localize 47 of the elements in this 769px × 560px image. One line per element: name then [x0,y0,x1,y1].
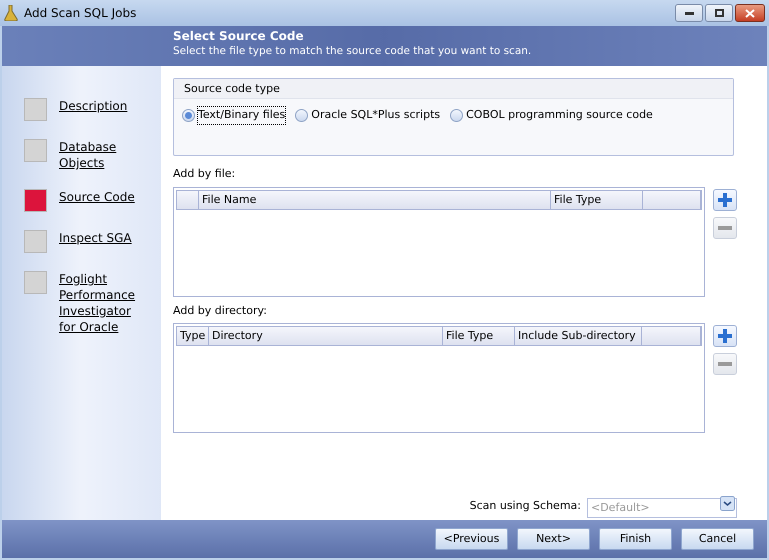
column-header[interactable]: Type [177,327,209,345]
wizard-button[interactable]: <Previous [435,528,508,550]
column-header[interactable] [643,190,701,208]
column-header[interactable]: File Name [199,190,551,208]
flask-icon [4,5,18,21]
step-link[interactable]: Source Code [59,189,139,212]
add-button[interactable] [713,325,737,347]
step-link[interactable]: Inspect SGA [59,230,139,253]
plus-icon [718,192,732,206]
column-header[interactable]: File Type [551,190,643,208]
chevron-down-icon[interactable] [720,496,735,511]
column-header[interactable]: File Type [443,327,515,345]
schema-dropdown[interactable]: <Default> [587,498,737,518]
section-label: Add by directory: [173,302,268,318]
page-title: Select Source Code [173,29,305,44]
wizard-button[interactable]: Finish [599,528,672,550]
radio-button[interactable] [182,108,195,122]
plus-icon [718,329,732,343]
minus-icon [718,226,732,230]
window-title: Add Scan SQL Jobs [24,5,136,22]
remove-button[interactable] [713,216,737,238]
close-icon [745,8,755,18]
minimize-button[interactable] [675,4,703,22]
maximize-button[interactable] [705,4,733,22]
column-header[interactable]: Directory [209,327,443,345]
radio-option[interactable]: Oracle SQL*Plus scripts [295,107,440,124]
column-header[interactable]: Include Sub-directory [515,327,642,345]
minus-icon [718,362,732,366]
wizard-button[interactable]: Cancel [681,528,754,550]
section-label: Add by file: [173,166,236,182]
radio-option[interactable]: Text/Binary files [182,107,286,124]
group-title: Source code type [174,79,733,99]
step-link[interactable]: Description [59,98,139,121]
radio-option[interactable]: COBOL programming source code [450,107,653,124]
radio-button[interactable] [295,108,308,122]
wizard-button[interactable]: Next> [517,528,590,550]
step-link[interactable]: Database Objects [59,139,139,171]
maximize-icon [714,9,724,17]
add-button[interactable] [713,188,737,210]
minimize-icon [684,12,694,14]
step-link[interactable]: Foglight Performance Investigator for Oracle [59,271,139,335]
remove-button[interactable] [713,353,737,375]
column-header[interactable] [177,190,199,208]
radio-button[interactable] [450,108,464,122]
schema-label: Scan using Schema: [470,498,581,514]
page-subtitle: Select the file type to match the source code that you want to scan. [173,44,532,59]
close-button[interactable] [735,4,765,22]
